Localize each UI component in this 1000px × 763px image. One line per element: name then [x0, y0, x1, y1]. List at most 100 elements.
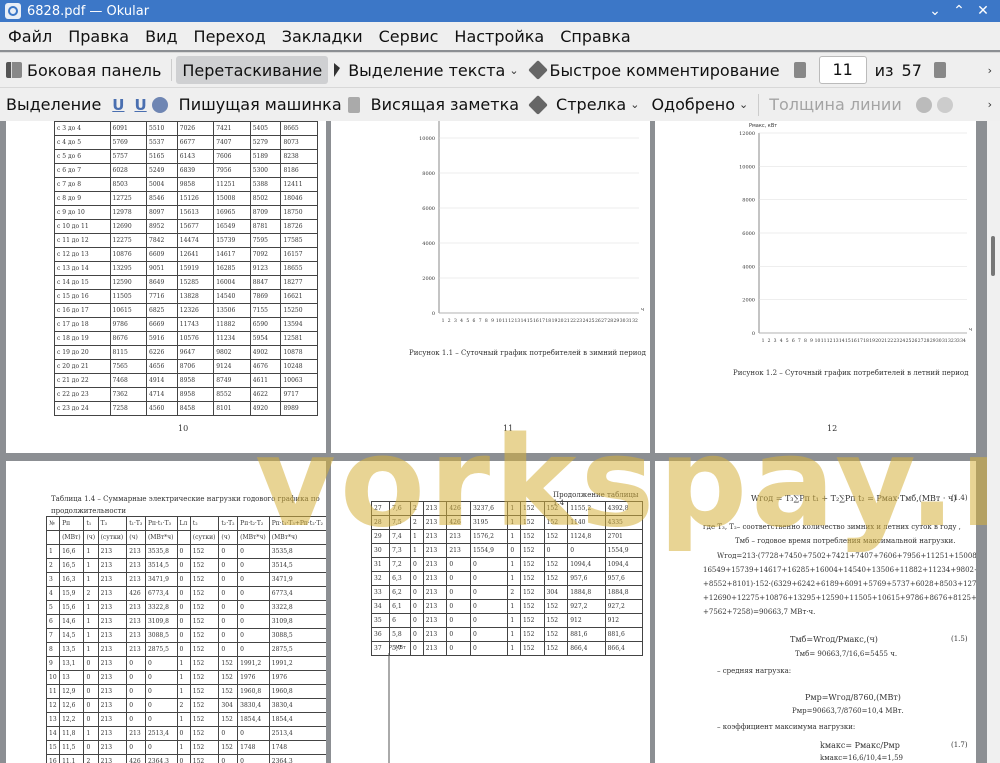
scrollbar-thumb[interactable] — [991, 236, 995, 276]
close-button[interactable]: ✕ — [976, 3, 990, 19]
table-cell: (ч) — [126, 530, 146, 545]
table-cell: 5954 — [249, 331, 282, 346]
next-page-icon[interactable] — [933, 62, 946, 78]
table-cell: с 4 до 5 — [54, 135, 111, 150]
table-cell: 0 — [176, 614, 191, 629]
typewriter-label: Пишущая машинка — [178, 95, 342, 114]
table-cell: 8952 — [146, 219, 178, 234]
table-cell: 8552 — [213, 387, 251, 402]
underline-icon[interactable]: U — [107, 96, 129, 114]
typewriter-button[interactable]: Пишущая машинка — [173, 91, 348, 119]
table-cell: 0 — [218, 544, 239, 559]
arrow-button[interactable]: Стрелка ⌄ — [550, 91, 645, 119]
x-tick-label: 18 — [545, 318, 551, 324]
previous-page-icon[interactable] — [793, 62, 806, 78]
menu-settings[interactable]: Настройка — [446, 27, 552, 46]
stamp-icon[interactable] — [151, 96, 168, 113]
x-unit-label: ч — [641, 307, 644, 313]
table-cell: 6773,4 — [268, 586, 326, 601]
menu-help[interactable]: Справка — [552, 27, 639, 46]
formula-max-coefficient: kмакс= Pмакс/Pмр — [820, 741, 900, 750]
table-cell: 8101 — [213, 401, 251, 416]
table-cell: 152 — [189, 712, 220, 727]
table-cell: 4920 — [249, 401, 282, 416]
y-tick-label: 12000 — [739, 131, 755, 137]
table-cell: t₂·T₂ — [218, 516, 239, 531]
table-cell: 12,6 — [59, 698, 85, 713]
table-cell: 0 — [218, 586, 239, 601]
table-cell: 0 — [126, 698, 146, 713]
color-icon[interactable] — [915, 96, 932, 113]
table-cell: 0 — [237, 754, 270, 763]
table-cell: 1 — [45, 544, 61, 559]
x-tick-label: 9 — [491, 318, 494, 324]
table-cell: 152 — [218, 684, 239, 699]
y-tick-label: 8000 — [742, 198, 755, 204]
table-cell: 152 — [218, 740, 239, 755]
text-line: Tмб= 90663,7/16,6=5455 ч. — [795, 650, 898, 658]
squiggle-underline-icon[interactable]: U — [129, 96, 151, 114]
sidebar-button[interactable]: Боковая панель — [0, 56, 167, 84]
okular-app-icon — [5, 3, 21, 19]
page-10: с 3 до 4 6091 5510 7026 7421 5405 8665 с 4 до 5… — [6, 121, 326, 453]
selection-button[interactable]: Выделение — [0, 91, 107, 119]
table-cell: 7956 — [213, 163, 251, 178]
pop-up-note-button[interactable]: Висящая заметка — [365, 91, 525, 119]
vertical-scrollbar[interactable] — [987, 121, 1000, 763]
table-row: с 17 до 18 9786 6669 11743 11882 6590 13594 — [54, 317, 318, 332]
menu-go[interactable]: Переход — [186, 27, 274, 46]
table-cell: 213 — [97, 712, 128, 727]
approved-button[interactable]: Одобрено ⌄ — [645, 91, 754, 119]
quick-comment-label: Быстрое комментирование — [549, 60, 780, 80]
x-tick-label: 26 — [912, 338, 918, 344]
table-cell: (сутки) — [97, 530, 128, 545]
table-cell: 2513,4 — [144, 726, 178, 741]
x-tick-label: 20 — [875, 338, 881, 344]
table-cell: 213 — [97, 726, 128, 741]
table-cell: 4914 — [146, 373, 178, 388]
table-cell: 14,5 — [59, 628, 85, 643]
table-cell: 0 — [126, 740, 146, 755]
load-duration-chart: P, МВт — [388, 645, 406, 763]
x-tick-label: 5 — [466, 318, 469, 324]
toolbar-overflow-icon[interactable]: › — [988, 64, 992, 77]
document-viewport[interactable]: с 3 до 4 6091 5510 7026 7421 5405 8665 с 4 до 5… — [0, 121, 987, 763]
drag-mode-button[interactable]: Перетаскивание — [176, 56, 329, 84]
chevron-down-icon[interactable]: ⌄ — [739, 98, 748, 111]
table-cell: 0 — [237, 628, 270, 643]
menu-tools[interactable]: Сервис — [371, 27, 447, 46]
page-number-input[interactable]: 11 — [818, 56, 867, 84]
chevron-down-icon[interactable]: ⌄ — [509, 64, 518, 77]
text-select-button[interactable]: Выделение текста ⌄ — [328, 56, 524, 84]
x-tick-label: 12 — [508, 318, 514, 324]
table-cell: 6590 — [249, 317, 282, 332]
line-width-button[interactable]: Толщина линии — [763, 91, 908, 119]
table-cell: 0 — [83, 684, 99, 699]
table-cell: 4714 — [146, 387, 178, 402]
table-cell: 5165 — [146, 149, 178, 164]
table-cell: 10 — [45, 670, 61, 685]
menu-edit[interactable]: Правка — [60, 27, 137, 46]
table-cell: 0 — [144, 698, 178, 713]
quick-comment-button[interactable]: Быстрое комментирование — [525, 56, 786, 84]
table-cell: 13,5 — [59, 642, 85, 657]
table-cell: 0 — [176, 600, 191, 615]
table-cell: 2 — [83, 586, 99, 601]
menu-view[interactable]: Вид — [137, 27, 185, 46]
table-cell: 0 — [176, 628, 191, 643]
table-cell: 18277 — [280, 275, 318, 290]
table-cell: 3 — [45, 572, 61, 587]
table-row: с 8 до 9 12725 8546 15126 15008 8502 18046 — [54, 191, 318, 206]
table-cell: 12,9 — [59, 684, 85, 699]
opacity-icon[interactable] — [936, 96, 953, 113]
menu-bookmarks[interactable]: Закладки — [274, 27, 371, 46]
table-cell: 6669 — [146, 317, 178, 332]
table-cell: 12590 — [109, 275, 148, 290]
chevron-down-icon[interactable]: ⌄ — [630, 98, 639, 111]
maximize-button[interactable]: ⌃ — [952, 3, 966, 19]
table-cell: 8238 — [280, 149, 318, 164]
table-cell: 152 — [189, 698, 220, 713]
toolbar-overflow-icon[interactable]: › — [988, 98, 992, 111]
menu-file[interactable]: Файл — [0, 27, 60, 46]
minimize-button[interactable]: ⌄ — [928, 3, 942, 19]
